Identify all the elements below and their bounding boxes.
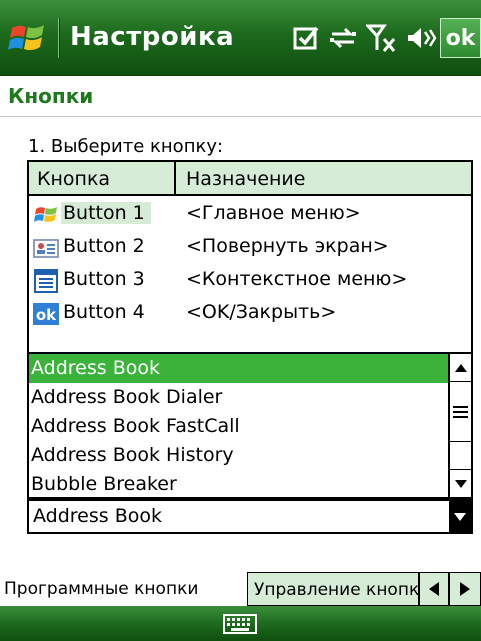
tab-bar: Программные кнопки Управление кнопками: [0, 572, 481, 606]
column-divider: [174, 162, 176, 196]
button-assignment: <Контекстное меню>: [186, 268, 408, 290]
keyboard-icon: [223, 614, 257, 634]
title-bar: Настройка ok: [0, 0, 481, 76]
task-check-icon[interactable]: [292, 24, 320, 52]
button-assignment: <OK/Закрыть>: [186, 301, 337, 323]
ok-button[interactable]: ok: [440, 18, 481, 58]
page-title: Кнопки: [8, 84, 94, 108]
program-dropdown[interactable]: Address Book: [27, 499, 473, 534]
ok-icon: ok: [33, 302, 59, 326]
no-signal-icon[interactable]: [366, 23, 398, 53]
arrow-down-icon: [454, 479, 467, 488]
button-name: Button 1: [61, 202, 151, 224]
context-menu-icon: [33, 269, 59, 293]
start-button[interactable]: [6, 16, 50, 60]
table-row[interactable]: Button 1 <Главное меню>: [29, 198, 471, 231]
table-row[interactable]: Button 3 <Контекстное меню>: [29, 264, 471, 297]
chevron-down-icon: [454, 512, 466, 521]
connectivity-icon[interactable]: [328, 24, 358, 52]
button-name: Button 2: [63, 235, 145, 257]
column-header-button[interactable]: Кнопка: [37, 168, 110, 190]
speaker-icon[interactable]: [406, 24, 438, 52]
scroll-up-button[interactable]: [450, 354, 471, 382]
bottom-bar: [0, 606, 481, 641]
list-item[interactable]: Address Book FastCall: [29, 412, 448, 441]
table-header: Кнопка Назначение: [29, 162, 471, 196]
app-title: Настройка: [70, 22, 235, 52]
tab-program-buttons[interactable]: Программные кнопки: [0, 572, 247, 606]
tab-button-control[interactable]: Управление кнопками: [247, 572, 419, 606]
title-divider: [58, 18, 59, 58]
button-assignment: <Главное меню>: [186, 202, 361, 224]
table-row[interactable]: ok Button 4 <OK/Закрыть>: [29, 297, 471, 330]
status-icons: [292, 20, 438, 56]
scroll-thumb[interactable]: [450, 382, 471, 442]
list-item[interactable]: Address Book Dialer: [29, 383, 448, 412]
tab-scroll-right-button[interactable]: [449, 572, 481, 606]
list-item[interactable]: Address Book History: [29, 441, 448, 470]
tab-scroll-left-button[interactable]: [419, 572, 449, 606]
header-divider: [0, 116, 481, 117]
arrow-up-icon: [454, 363, 467, 372]
button-assignment: <Повернуть экран>: [186, 235, 389, 257]
button-table: Кнопка Назначение Button 1 <Главное меню…: [27, 160, 473, 354]
list-item[interactable]: Address Book: [29, 354, 448, 383]
keyboard-button[interactable]: [218, 611, 262, 637]
list-item[interactable]: Bubble Breaker: [29, 470, 448, 497]
program-list[interactable]: Address Book Address Book Dialer Address…: [27, 354, 473, 499]
arrow-right-icon: [460, 582, 470, 596]
windows-flag-icon: [33, 203, 59, 227]
svg-text:ok: ok: [36, 306, 57, 324]
list-scrollbar[interactable]: [448, 354, 471, 497]
dropdown-arrow-button[interactable]: [449, 501, 471, 532]
program-list-items: Address Book Address Book Dialer Address…: [29, 354, 448, 497]
arrow-left-icon: [429, 582, 439, 596]
button-name: Button 3: [63, 268, 145, 290]
dropdown-value: Address Book: [33, 505, 162, 527]
grip-icon: [453, 406, 468, 418]
contact-card-icon: [33, 236, 59, 260]
column-header-assignment[interactable]: Назначение: [186, 168, 305, 190]
scroll-down-button[interactable]: [450, 469, 471, 497]
button-name: Button 4: [63, 301, 145, 323]
instruction-label: 1. Выберите кнопку:: [28, 136, 224, 157]
windows-flag-icon: [8, 25, 44, 51]
table-row[interactable]: Button 2 <Повернуть экран>: [29, 231, 471, 264]
